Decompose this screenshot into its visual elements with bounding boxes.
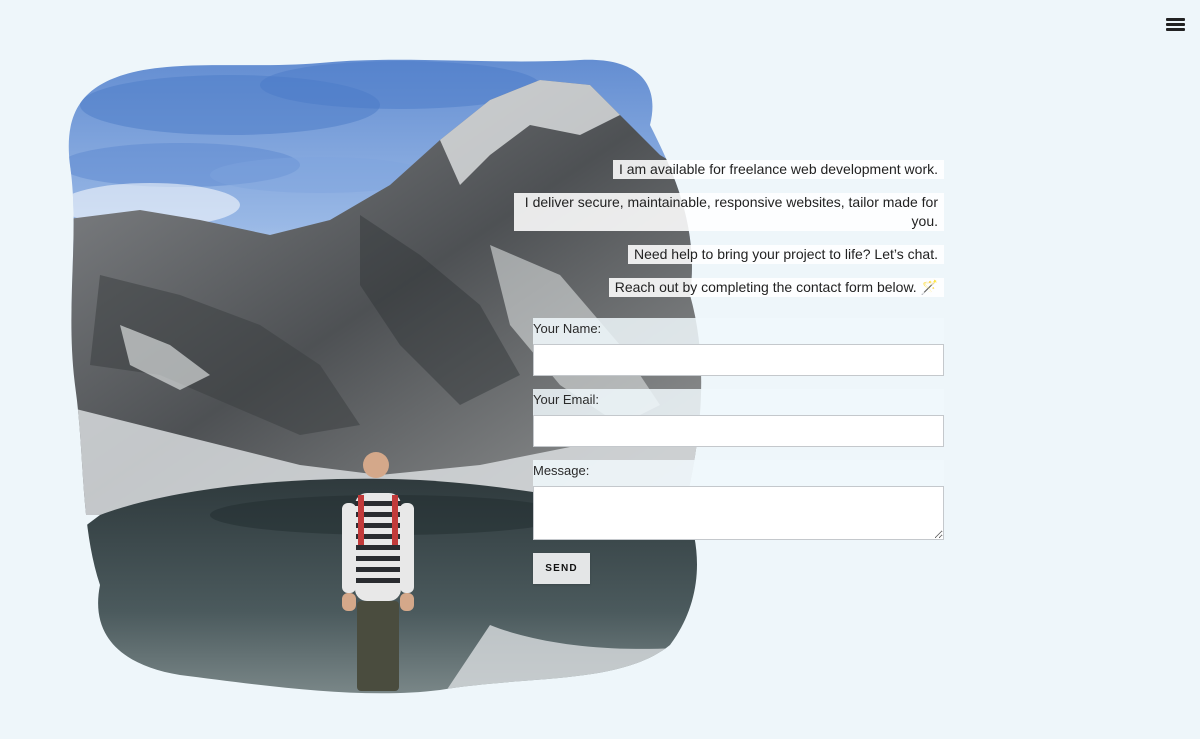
intro-line-text: Reach out by completing the contact form… (608, 278, 944, 297)
intro-line: I am available for freelance web develop… (514, 160, 944, 179)
intro-line: Reach out by completing the contact form… (514, 278, 944, 297)
contact-page: I am available for freelance web develop… (0, 0, 1200, 739)
hamburger-menu-icon[interactable] (1166, 18, 1185, 34)
name-label: Your Name: (533, 318, 944, 344)
contact-form: Your Name: Your Email: Message: SEND (533, 318, 944, 584)
intro-line-text: I deliver secure, maintainable, responsi… (514, 193, 944, 231)
message-label: Message: (533, 460, 944, 486)
message-field[interactable] (533, 486, 944, 540)
intro-text: I am available for freelance web develop… (514, 160, 944, 311)
email-field[interactable] (533, 415, 944, 447)
intro-line: Need help to bring your project to life?… (514, 245, 944, 264)
send-button[interactable]: SEND (533, 553, 590, 584)
intro-line: I deliver secure, maintainable, responsi… (514, 193, 944, 231)
intro-line-text: Need help to bring your project to life?… (627, 245, 944, 264)
name-field[interactable] (533, 344, 944, 376)
intro-line-text: I am available for freelance web develop… (612, 160, 944, 179)
email-label: Your Email: (533, 389, 944, 415)
